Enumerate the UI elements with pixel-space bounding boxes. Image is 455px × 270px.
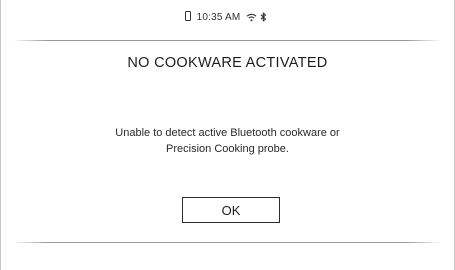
ok-button[interactable]: OK bbox=[182, 197, 280, 223]
phone-icon bbox=[184, 11, 191, 21]
top-divider bbox=[13, 40, 442, 41]
wifi-icon bbox=[246, 13, 257, 22]
status-bar: 10:35 AM bbox=[1, 0, 454, 34]
screen: 10:35 AM NO COOKWARE ACTIVATED Unable to… bbox=[0, 0, 455, 270]
bluetooth-icon bbox=[260, 12, 267, 22]
status-time: 10:35 AM bbox=[196, 11, 241, 23]
dialog-message-line-2: Precision Cooking probe. bbox=[166, 143, 289, 155]
dialog-message: Unable to detect active Bluetooth cookwa… bbox=[1, 125, 454, 157]
dialog-title: NO COOKWARE ACTIVATED bbox=[127, 55, 328, 71]
dialog-message-line-1: Unable to detect active Bluetooth cookwa… bbox=[115, 127, 340, 139]
bottom-divider bbox=[13, 242, 442, 243]
